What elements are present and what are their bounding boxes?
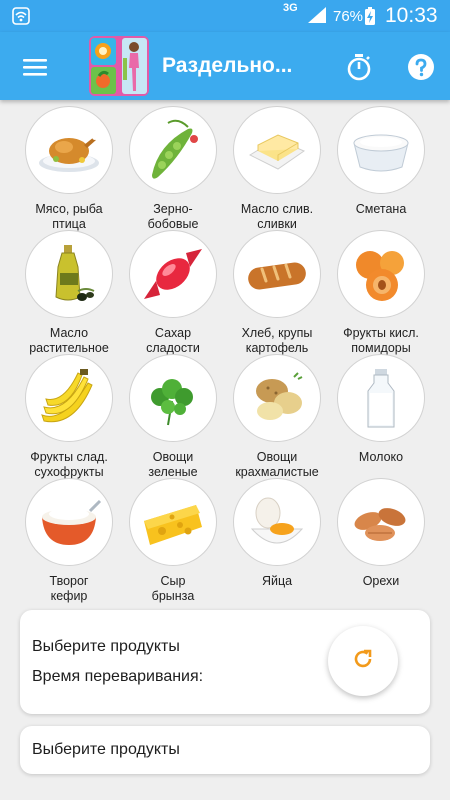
reset-button[interactable] [328,626,398,696]
sour-cream-icon [337,106,425,194]
olive-oil-icon [25,230,113,318]
product-label: Молоко [358,450,404,464]
product-label: Сметана [355,202,407,216]
clock: 10:33 [385,4,438,27]
candy-icon [129,230,217,318]
network-type: 3G [283,2,298,14]
product-label: Овощи крахмалистые [235,450,319,479]
digestion-summary-card: Выберите продукты Время переваривания: [20,610,430,714]
product-label: Сахар сладости [146,326,200,355]
product-label: Мясо, рыба птица [35,202,103,231]
roast-chicken-icon [25,106,113,194]
app-title: Раздельно... [162,54,293,77]
cottage-cheese-icon [25,478,113,566]
result-card: Выберите продукты [20,726,430,774]
product-label: Хлеб, крупы картофель [241,326,313,355]
product-label: Творог кефир [49,574,89,603]
result-text: Выберите продукты [32,741,180,758]
menu-icon[interactable] [14,46,56,88]
product-label: Фрукты слад. сухофрукты [30,450,108,479]
product-label: Масло слив. сливки [240,202,314,231]
timer-icon[interactable] [338,46,380,88]
banana-icon [25,354,113,442]
refresh-icon [352,648,374,675]
battery-percent: 76% [333,8,364,25]
product-label: Орехи [362,574,400,588]
select-products-text: Выберите продукты [32,638,180,655]
parsley-icon [129,354,217,442]
app-bar: Раздельно... [0,32,450,100]
digestion-time-label: Время переваривания: [32,668,204,685]
potato-icon [233,354,321,442]
product-label: Фрукты кисл. помидоры [343,326,419,355]
status-bar: 3G 76% 10:33 [0,0,450,32]
wifi-icon [12,7,30,30]
peach-icon [337,230,425,318]
almonds-icon [337,478,425,566]
bread-icon [233,230,321,318]
signal-icon [306,6,328,29]
milk-bottle-icon [337,354,425,442]
product-label: Яйца [261,574,293,588]
help-icon[interactable] [400,46,442,88]
product-label: Масло растительное [29,326,109,355]
product-label: Овощи зеленые [148,450,198,479]
product-label: Сыр брынза [151,574,195,603]
app-logo [89,36,149,96]
butter-icon [233,106,321,194]
product-label: Зерно- бобовые [147,202,199,231]
egg-icon [233,478,321,566]
pea-pod-icon [129,106,217,194]
cheese-icon [129,478,217,566]
battery-charging-icon [364,6,376,31]
